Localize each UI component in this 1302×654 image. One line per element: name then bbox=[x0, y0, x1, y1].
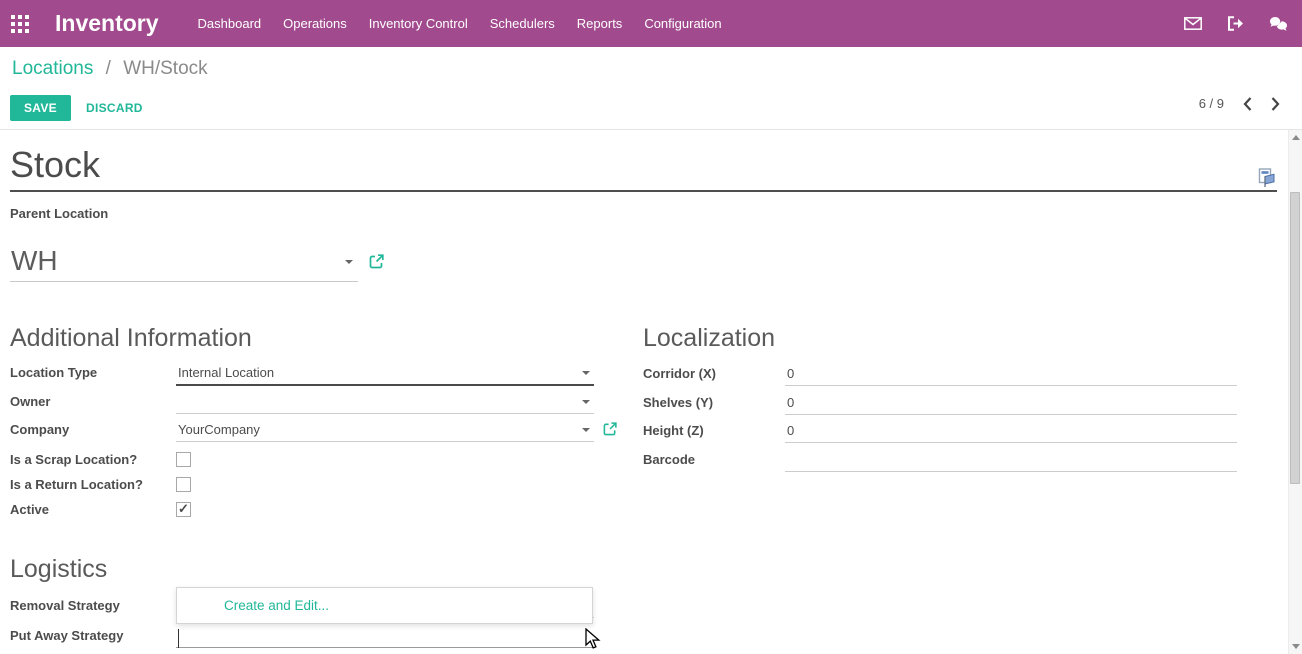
company-value: YourCompany bbox=[176, 422, 260, 437]
scrap-location-row: Is a Scrap Location? bbox=[10, 447, 618, 472]
section-heading-additional-information: Additional Information bbox=[10, 324, 252, 353]
active-row: Active bbox=[10, 497, 618, 522]
owner-field[interactable] bbox=[176, 390, 594, 414]
apps-menu-icon[interactable] bbox=[11, 15, 29, 33]
location-type-row: Location Type Internal Location bbox=[10, 361, 618, 390]
location-type-dropdown-icon[interactable] bbox=[582, 371, 590, 375]
parent-location-field[interactable]: WH bbox=[11, 245, 58, 277]
return-location-label: Is a Return Location? bbox=[10, 477, 176, 492]
parent-location-external-link-icon[interactable] bbox=[369, 254, 384, 274]
breadcrumb: Locations / WH/Stock bbox=[12, 58, 208, 80]
scrollbar-up-icon[interactable] bbox=[1292, 135, 1300, 140]
nav-item-inventory-control[interactable]: Inventory Control bbox=[358, 0, 479, 47]
translate-icon[interactable] bbox=[1256, 168, 1277, 193]
breadcrumb-current: WH/Stock bbox=[123, 58, 207, 79]
return-location-checkbox[interactable] bbox=[176, 477, 191, 492]
putaway-strategy-row: Put Away Strategy bbox=[10, 625, 618, 651]
chat-icon[interactable] bbox=[1269, 16, 1288, 31]
corridor-value: 0 bbox=[785, 366, 794, 381]
scrap-location-label: Is a Scrap Location? bbox=[10, 452, 176, 467]
active-checkbox[interactable] bbox=[176, 502, 191, 517]
putaway-strategy-input[interactable] bbox=[176, 625, 594, 648]
main-menu: Dashboard Operations Inventory Control S… bbox=[187, 0, 733, 47]
shelves-field[interactable]: 0 bbox=[785, 391, 1237, 415]
barcode-row: Barcode bbox=[643, 448, 1237, 477]
additional-information-group: Location Type Internal Location Owner Co… bbox=[10, 361, 618, 522]
company-label: Company bbox=[10, 418, 176, 442]
owner-label: Owner bbox=[10, 390, 176, 414]
breadcrumb-locations-link[interactable]: Locations bbox=[12, 58, 93, 79]
location-type-label: Location Type bbox=[10, 361, 176, 385]
corridor-label: Corridor (X) bbox=[643, 362, 785, 386]
breadcrumb-separator: / bbox=[106, 58, 111, 79]
scrollbar-thumb[interactable] bbox=[1290, 192, 1300, 484]
top-navbar: Inventory Dashboard Operations Inventory… bbox=[0, 0, 1302, 47]
navbar-systray bbox=[1184, 16, 1288, 31]
barcode-label: Barcode bbox=[643, 448, 785, 472]
parent-location-underline bbox=[10, 281, 358, 282]
discard-button[interactable]: DISCARD bbox=[78, 95, 151, 121]
nav-item-operations[interactable]: Operations bbox=[272, 0, 358, 47]
app-title[interactable]: Inventory bbox=[55, 10, 159, 37]
company-field[interactable]: YourCompany bbox=[176, 418, 594, 442]
company-row: Company YourCompany bbox=[10, 418, 618, 447]
pager-previous-icon[interactable] bbox=[1243, 97, 1252, 111]
pager-next-icon[interactable] bbox=[1271, 97, 1280, 111]
nav-item-configuration[interactable]: Configuration bbox=[633, 0, 732, 47]
vertical-scrollbar[interactable] bbox=[1288, 130, 1302, 654]
barcode-field[interactable] bbox=[785, 448, 1237, 472]
nav-item-dashboard[interactable]: Dashboard bbox=[187, 0, 273, 47]
corridor-row: Corridor (X) 0 bbox=[643, 362, 1237, 391]
record-pager: 6 / 9 bbox=[1199, 96, 1280, 111]
height-value: 0 bbox=[785, 423, 794, 438]
record-name-field[interactable]: Stock bbox=[10, 144, 100, 186]
save-button[interactable]: SAVE bbox=[10, 95, 71, 121]
autocomplete-dropdown: Create and Edit... bbox=[176, 587, 593, 624]
scrap-location-checkbox[interactable] bbox=[176, 452, 191, 467]
active-label: Active bbox=[10, 502, 176, 517]
messages-icon[interactable] bbox=[1184, 17, 1202, 30]
scrollbar-down-icon[interactable] bbox=[1292, 644, 1300, 649]
shelves-value: 0 bbox=[785, 395, 794, 410]
shelves-row: Shelves (Y) 0 bbox=[643, 391, 1237, 420]
company-dropdown-icon[interactable] bbox=[582, 428, 590, 432]
nav-item-reports[interactable]: Reports bbox=[566, 0, 634, 47]
create-and-edit-option[interactable]: Create and Edit... bbox=[177, 588, 592, 623]
sign-out-icon[interactable] bbox=[1227, 16, 1244, 31]
nav-item-schedulers[interactable]: Schedulers bbox=[479, 0, 566, 47]
section-heading-logistics: Logistics bbox=[10, 555, 107, 584]
corridor-field[interactable]: 0 bbox=[785, 362, 1237, 386]
location-type-value: Internal Location bbox=[176, 365, 274, 380]
text-cursor bbox=[178, 629, 179, 648]
app-window: Inventory Dashboard Operations Inventory… bbox=[0, 0, 1302, 654]
parent-location-label: Parent Location bbox=[10, 206, 108, 221]
parent-location-dropdown-icon[interactable] bbox=[345, 260, 353, 264]
putaway-strategy-label: Put Away Strategy bbox=[10, 625, 176, 647]
height-field[interactable]: 0 bbox=[785, 419, 1237, 443]
location-type-select[interactable]: Internal Location bbox=[176, 361, 594, 386]
removal-strategy-label: Removal Strategy bbox=[10, 595, 176, 617]
return-location-row: Is a Return Location? bbox=[10, 472, 618, 497]
shelves-label: Shelves (Y) bbox=[643, 391, 785, 415]
height-label: Height (Z) bbox=[643, 419, 785, 443]
owner-row: Owner bbox=[10, 390, 618, 419]
title-underline bbox=[10, 190, 1277, 192]
control-panel: Locations / WH/Stock SAVE DISCARD 6 / 9 bbox=[0, 47, 1302, 130]
pager-count: 6 / 9 bbox=[1199, 96, 1224, 111]
owner-dropdown-icon[interactable] bbox=[582, 400, 590, 404]
localization-group: Corridor (X) 0 Shelves (Y) 0 Height (Z) … bbox=[643, 362, 1237, 476]
company-external-link-icon[interactable] bbox=[603, 422, 617, 441]
section-heading-localization: Localization bbox=[643, 324, 775, 353]
height-row: Height (Z) 0 bbox=[643, 419, 1237, 448]
